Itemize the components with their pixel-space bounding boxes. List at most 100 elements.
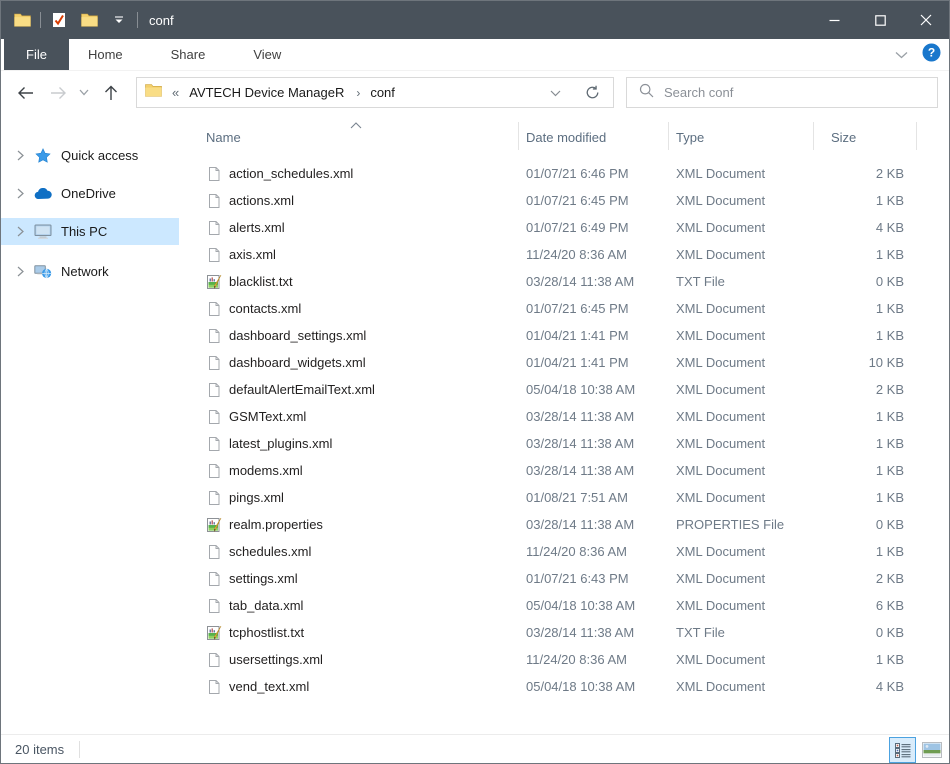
file-row[interactable]: contacts.xml01/07/21 6:45 PMXML Document… xyxy=(179,296,950,323)
file-rows: action_schedules.xml01/07/21 6:46 PMXML … xyxy=(179,161,950,701)
expand-chevron-icon[interactable] xyxy=(13,226,27,237)
doc-file-icon xyxy=(206,490,222,506)
breadcrumb-separator[interactable]: › xyxy=(356,86,360,100)
column-divider[interactable] xyxy=(518,122,519,150)
file-size: 1 KB xyxy=(779,328,904,343)
file-row[interactable]: actions.xml01/07/21 6:45 PMXML Document1… xyxy=(179,188,950,215)
minimize-button[interactable] xyxy=(811,1,857,39)
file-row[interactable]: axis.xml11/24/20 8:36 AMXML Document1 KB xyxy=(179,242,950,269)
properties-icon[interactable] xyxy=(50,12,68,28)
new-folder-icon[interactable] xyxy=(80,12,98,28)
breadcrumb-truncation[interactable]: « xyxy=(172,85,179,100)
details-view-button[interactable] xyxy=(889,737,916,763)
breadcrumb-root[interactable]: AVTECH Device ManageR xyxy=(187,85,346,100)
sidebar-item-network[interactable]: Network xyxy=(1,258,179,285)
quick-access-star-icon xyxy=(34,148,52,164)
recent-locations-chevron-icon[interactable] xyxy=(74,78,94,108)
file-name: tcphostlist.txt xyxy=(229,625,304,640)
file-row[interactable]: dashboard_widgets.xml01/04/21 1:41 PMXML… xyxy=(179,350,950,377)
file-row[interactable]: blacklist.txt03/28/14 11:38 AMTXT File0 … xyxy=(179,269,950,296)
doc-file-icon xyxy=(206,598,222,614)
file-row[interactable]: usersettings.xml11/24/20 8:36 AMXML Docu… xyxy=(179,647,950,674)
column-header-type[interactable]: Type xyxy=(676,123,704,151)
ribbon-tabs: FileHome Share View ? xyxy=(1,39,949,71)
file-name: contacts.xml xyxy=(229,301,301,316)
file-name: pings.xml xyxy=(229,490,284,505)
file-row[interactable]: modems.xml03/28/14 11:38 AMXML Document1… xyxy=(179,458,950,485)
file-name: defaultAlertEmailText.xml xyxy=(229,382,375,397)
file-row[interactable]: GSMText.xml03/28/14 11:38 AMXML Document… xyxy=(179,404,950,431)
minimize-ribbon-chevron-icon[interactable] xyxy=(895,46,908,64)
file-date-modified: 03/28/14 11:38 AM xyxy=(526,517,634,532)
tab-file[interactable]: File xyxy=(4,39,69,70)
doc-file-icon xyxy=(206,436,222,452)
search-input[interactable] xyxy=(664,85,937,100)
file-row[interactable]: pings.xml01/08/21 7:51 AMXML Document1 K… xyxy=(179,485,950,512)
file-list-pane: Name Date modified Type Size action_sche… xyxy=(179,114,950,734)
file-date-modified: 01/07/21 6:46 PM xyxy=(526,166,629,181)
sidebar-item-onedrive[interactable]: OneDrive xyxy=(1,180,179,207)
address-bar[interactable]: « AVTECH Device ManageR › conf xyxy=(136,77,572,108)
large-icons-view-button[interactable] xyxy=(921,741,942,758)
search-box[interactable] xyxy=(626,77,938,108)
sidebar-item-this-pc[interactable]: This PC xyxy=(1,218,179,245)
tab-view[interactable]: View xyxy=(236,39,298,70)
onedrive-cloud-icon xyxy=(34,186,52,202)
expand-chevron-icon[interactable] xyxy=(13,188,27,199)
file-type: XML Document xyxy=(676,382,765,397)
file-row[interactable]: tcphostlist.txt03/28/14 11:38 AMTXT File… xyxy=(179,620,950,647)
doc-file-icon xyxy=(206,544,222,560)
sort-ascending-icon[interactable] xyxy=(350,116,362,134)
file-row[interactable]: tab_data.xml05/04/18 10:38 AMXML Documen… xyxy=(179,593,950,620)
file-row[interactable]: defaultAlertEmailText.xml05/04/18 10:38 … xyxy=(179,377,950,404)
file-row[interactable]: dashboard_settings.xml01/04/21 1:41 PMXM… xyxy=(179,323,950,350)
status-divider xyxy=(79,741,80,758)
file-row[interactable]: schedules.xml11/24/20 8:36 AMXML Documen… xyxy=(179,539,950,566)
address-dropdown-chevron-icon[interactable] xyxy=(550,84,561,102)
file-name: tab_data.xml xyxy=(229,598,303,613)
file-name: vend_text.xml xyxy=(229,679,309,694)
expand-chevron-icon[interactable] xyxy=(13,266,27,277)
file-row[interactable]: realm.properties03/28/14 11:38 AMPROPERT… xyxy=(179,512,950,539)
file-size: 2 KB xyxy=(779,382,904,397)
file-type: XML Document xyxy=(676,652,765,667)
file-type: XML Document xyxy=(676,463,765,478)
sidebar-item-label: Quick access xyxy=(61,148,138,163)
column-header-name[interactable]: Name xyxy=(206,123,241,151)
file-size: 0 KB xyxy=(779,274,904,289)
sidebar-item-label: This PC xyxy=(61,224,107,239)
file-size: 1 KB xyxy=(779,490,904,505)
back-button[interactable] xyxy=(11,78,39,108)
breadcrumb-current[interactable]: conf xyxy=(370,85,395,100)
customize-toolbar-chevron-icon[interactable] xyxy=(110,12,128,28)
file-row[interactable]: alerts.xml01/07/21 6:49 PMXML Document4 … xyxy=(179,215,950,242)
file-row[interactable]: latest_plugins.xml03/28/14 11:38 AMXML D… xyxy=(179,431,950,458)
file-type: XML Document xyxy=(676,436,765,451)
sidebar-item-label: OneDrive xyxy=(61,186,116,201)
help-icon[interactable]: ? xyxy=(922,43,941,67)
forward-button[interactable] xyxy=(44,78,72,108)
file-row[interactable]: settings.xml01/07/21 6:43 PMXML Document… xyxy=(179,566,950,593)
refresh-button[interactable] xyxy=(571,77,614,108)
file-type: XML Document xyxy=(676,409,765,424)
doc-file-icon xyxy=(206,571,222,587)
close-button[interactable] xyxy=(903,1,949,39)
column-header-size[interactable]: Size xyxy=(831,123,856,151)
tab-home[interactable]: Home xyxy=(71,39,140,70)
file-size: 4 KB xyxy=(779,679,904,694)
file-row[interactable]: action_schedules.xml01/07/21 6:46 PMXML … xyxy=(179,161,950,188)
up-button[interactable] xyxy=(97,78,125,108)
maximize-button[interactable] xyxy=(857,1,903,39)
sidebar-item-quick-access[interactable]: Quick access xyxy=(1,142,179,169)
column-divider[interactable] xyxy=(813,122,814,150)
file-name: latest_plugins.xml xyxy=(229,436,332,451)
column-header-date-modified[interactable]: Date modified xyxy=(526,123,606,151)
file-size: 1 KB xyxy=(779,247,904,262)
file-type: TXT File xyxy=(676,274,725,289)
column-divider[interactable] xyxy=(916,122,917,150)
expand-chevron-icon[interactable] xyxy=(13,150,27,161)
file-row[interactable]: vend_text.xml05/04/18 10:38 AMXML Docume… xyxy=(179,674,950,701)
tab-share[interactable]: Share xyxy=(154,39,223,70)
file-size: 0 KB xyxy=(779,517,904,532)
column-divider[interactable] xyxy=(668,122,669,150)
